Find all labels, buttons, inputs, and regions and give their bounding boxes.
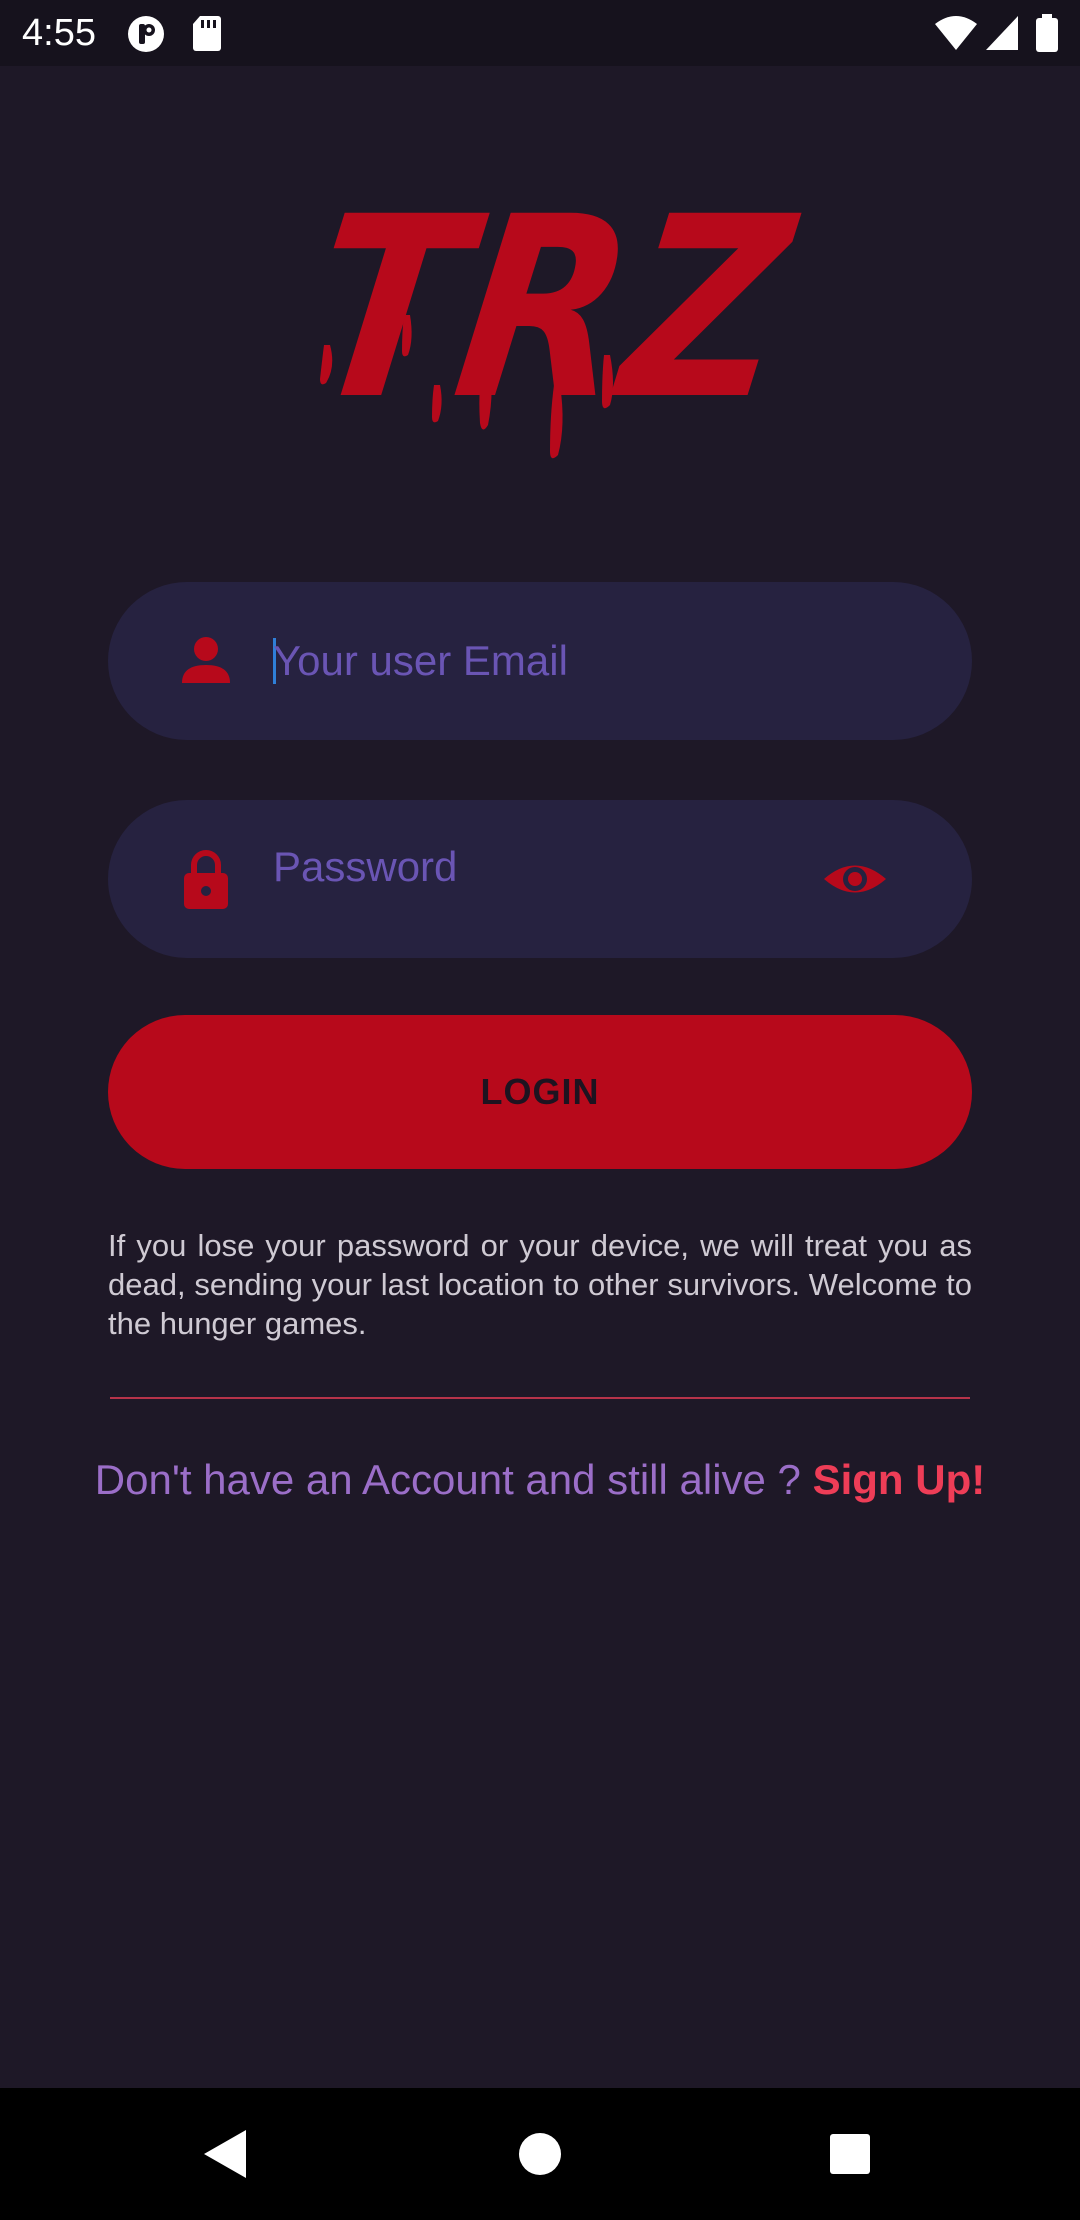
login-screen: 4:55 TRZ Your user Email Password LOGIN … — [0, 0, 1080, 2220]
login-button[interactable]: LOGIN — [108, 1015, 972, 1169]
signup-link[interactable]: Sign Up! — [813, 1456, 986, 1503]
password-field[interactable]: Password — [108, 800, 972, 958]
eye-icon[interactable] — [822, 846, 888, 912]
logo-text: TRZ — [310, 165, 808, 455]
signup-row: Don't have an Account and still alive ? … — [0, 1450, 1080, 1510]
sd-card-icon — [193, 16, 221, 51]
person-icon — [182, 637, 230, 683]
divider — [110, 1397, 970, 1399]
navigation-bar — [0, 2088, 1080, 2220]
password-input[interactable]: Password — [273, 788, 852, 946]
notification-p-icon — [128, 16, 164, 52]
back-icon[interactable] — [196, 2124, 256, 2184]
email-input[interactable]: Your user Email — [273, 582, 852, 740]
battery-icon — [1036, 14, 1058, 52]
security-notice: If you lose your password or your device… — [108, 1228, 972, 1341]
recents-icon[interactable] — [820, 2124, 880, 2184]
status-time: 4:55 — [22, 12, 96, 54]
wifi-icon — [935, 16, 977, 50]
trz-logo: TRZ — [310, 165, 808, 459]
cell-signal-icon — [986, 16, 1018, 50]
lock-icon — [184, 850, 228, 909]
email-field[interactable]: Your user Email — [108, 582, 972, 740]
status-bar: 4:55 — [0, 0, 1080, 66]
home-icon[interactable] — [510, 2124, 570, 2184]
signup-prompt: Don't have an Account and still alive ? — [94, 1456, 813, 1503]
